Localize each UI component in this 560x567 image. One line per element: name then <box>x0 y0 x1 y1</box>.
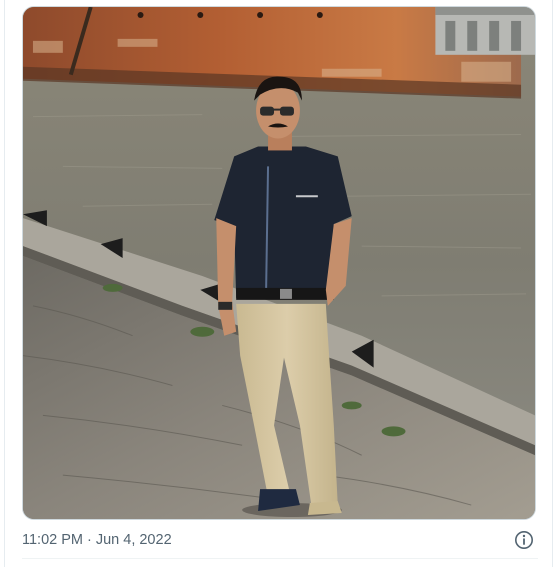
timestamp: 11:02 PM · Jun 4, 2022 <box>22 530 172 550</box>
photo-image <box>23 7 535 519</box>
right-border <box>552 0 553 567</box>
left-border <box>4 0 5 567</box>
bottom-divider <box>22 558 538 559</box>
tweet-meta-row: 11:02 PM · Jun 4, 2022 <box>22 528 538 552</box>
separator-dot: · <box>87 532 92 548</box>
tweet-date-link[interactable]: Jun 4, 2022 <box>96 530 172 550</box>
tweet-photo[interactable] <box>22 6 536 520</box>
info-circle-icon[interactable] <box>514 530 534 550</box>
tweet-card: 11:02 PM · Jun 4, 2022 <box>0 0 560 567</box>
tweet-time-link[interactable]: 11:02 PM <box>22 530 83 550</box>
